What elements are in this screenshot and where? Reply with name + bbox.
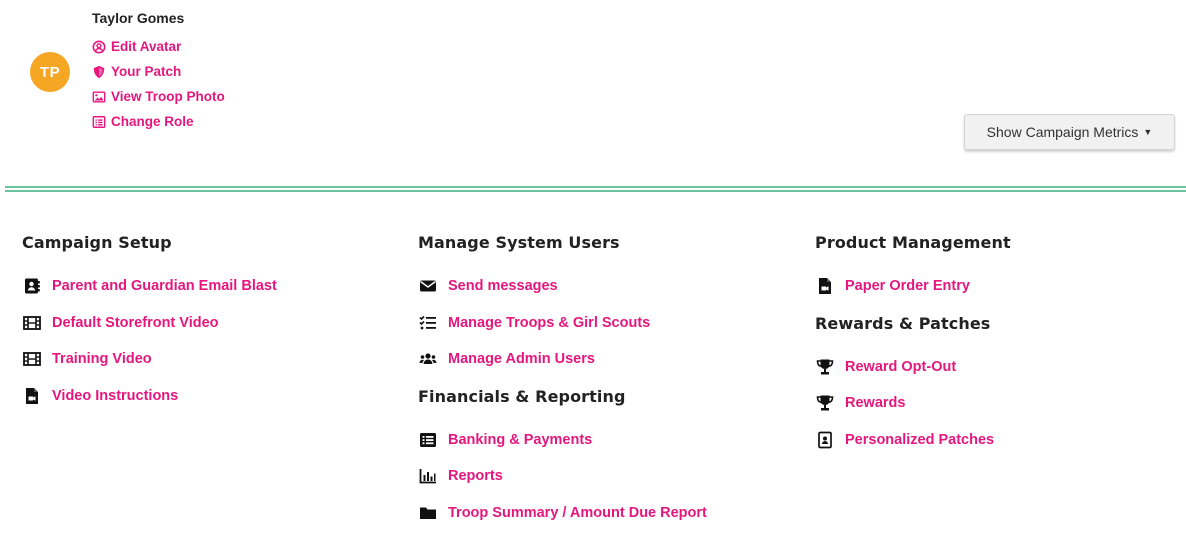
banking-payments-label: Banking & Payments <box>448 431 593 448</box>
training-video-link[interactable]: Training Video <box>22 341 382 378</box>
view-troop-photo-link[interactable]: View Troop Photo <box>92 84 225 109</box>
profile-panel: TP Taylor Gomes Edit Avatar Your Patch V… <box>30 8 330 138</box>
address-book-icon <box>22 277 42 295</box>
send-messages-link[interactable]: Send messages <box>418 268 778 305</box>
banking-payments-link[interactable]: Banking & Payments <box>418 422 778 459</box>
profile-name: Taylor Gomes <box>92 10 185 26</box>
section-title-product-management: Product Management <box>815 233 1011 252</box>
column-product-management: Product Management Paper Order Entry Rew… <box>815 232 1175 458</box>
your-patch-link[interactable]: Your Patch <box>92 59 225 84</box>
id-badge-icon <box>815 431 835 449</box>
video-instructions-link[interactable]: Video Instructions <box>22 378 382 415</box>
section-title-campaign-setup: Campaign Setup <box>22 233 172 252</box>
file-video-icon <box>815 277 835 295</box>
parent-guardian-email-blast-link[interactable]: Parent and Guardian Email Blast <box>22 268 382 305</box>
troop-summary-amount-due-label: Troop Summary / Amount Due Report <box>448 504 707 521</box>
your-patch-label: Your Patch <box>111 64 182 79</box>
folder-icon <box>418 504 438 522</box>
image-icon <box>92 90 106 104</box>
trophy-icon <box>815 394 835 412</box>
view-troop-photo-label: View Troop Photo <box>111 89 225 104</box>
rewards-link[interactable]: Rewards <box>815 385 1175 422</box>
parent-guardian-email-blast-label: Parent and Guardian Email Blast <box>52 278 277 295</box>
personalized-patches-label: Personalized Patches <box>845 431 995 448</box>
shield-icon <box>92 65 106 79</box>
paper-order-entry-label: Paper Order Entry <box>845 278 970 295</box>
column-campaign-setup: Campaign Setup Parent and Guardian Email… <box>22 232 382 414</box>
reward-opt-out-label: Reward Opt-Out <box>845 358 957 375</box>
edit-avatar-link[interactable]: Edit Avatar <box>92 34 225 59</box>
default-storefront-video-label: Default Storefront Video <box>52 314 219 331</box>
training-video-label: Training Video <box>52 351 152 368</box>
manage-admin-users-link[interactable]: Manage Admin Users <box>418 341 778 378</box>
users-icon <box>418 350 438 368</box>
section-title-rewards-patches: Rewards & Patches <box>815 313 991 333</box>
film-icon <box>22 314 42 332</box>
divider-line <box>5 190 1186 192</box>
caret-down-icon: ▼ <box>1143 127 1153 137</box>
column-system-users: Manage System Users Send messages Manage… <box>418 232 778 531</box>
manage-troops-girl-scouts-label: Manage Troops & Girl Scouts <box>448 314 651 331</box>
list-icon <box>418 431 438 449</box>
avatar-initials: TP <box>39 63 61 81</box>
default-storefront-video-link[interactable]: Default Storefront Video <box>22 305 382 342</box>
file-video-icon <box>22 387 42 405</box>
profile-links: Edit Avatar Your Patch View Troop Photo … <box>92 34 225 134</box>
list-alt-icon <box>92 115 106 129</box>
bar-chart-icon <box>418 467 438 485</box>
envelope-icon <box>418 277 438 295</box>
manage-admin-users-label: Manage Admin Users <box>448 351 595 368</box>
film-icon <box>22 350 42 368</box>
reports-link[interactable]: Reports <box>418 458 778 495</box>
change-role-label: Change Role <box>111 114 194 129</box>
video-instructions-label: Video Instructions <box>52 387 179 404</box>
manage-troops-girl-scouts-link[interactable]: Manage Troops & Girl Scouts <box>418 305 778 342</box>
personalized-patches-link[interactable]: Personalized Patches <box>815 422 1175 459</box>
troop-summary-amount-due-link[interactable]: Troop Summary / Amount Due Report <box>418 495 778 532</box>
paper-order-entry-link[interactable]: Paper Order Entry <box>815 268 1175 305</box>
reports-label: Reports <box>448 468 503 485</box>
section-title-financials-reporting: Financials & Reporting <box>418 386 626 406</box>
list-check-icon <box>418 314 438 332</box>
section-title-manage-system-users: Manage System Users <box>418 233 620 252</box>
reward-opt-out-link[interactable]: Reward Opt-Out <box>815 349 1175 386</box>
change-role-link[interactable]: Change Role <box>92 109 225 134</box>
user-circle-icon <box>92 40 106 54</box>
show-campaign-metrics-label: Show Campaign Metrics <box>986 124 1139 140</box>
trophy-icon <box>815 358 835 376</box>
rewards-label: Rewards <box>845 395 906 412</box>
edit-avatar-label: Edit Avatar <box>111 39 182 54</box>
show-campaign-metrics-button[interactable]: Show Campaign Metrics ▼ <box>964 114 1175 150</box>
divider-line <box>5 186 1186 188</box>
avatar[interactable]: TP <box>30 52 70 92</box>
send-messages-label: Send messages <box>448 278 558 295</box>
